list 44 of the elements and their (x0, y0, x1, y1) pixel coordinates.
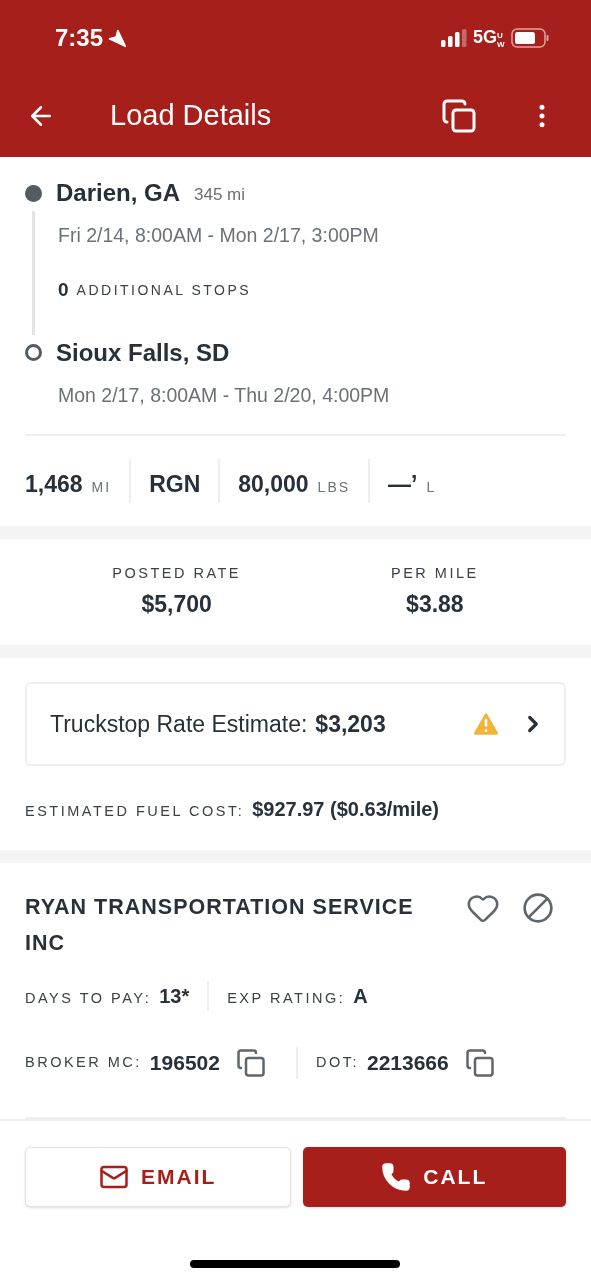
signal-icon (441, 28, 467, 47)
stop-time-window: Fri 2/14, 8:00AM - Mon 2/17, 3:00PM (58, 211, 566, 251)
stat-label: EXP RATING: (227, 988, 346, 1008)
spec-value: 1,468 (25, 470, 83, 499)
location-icon (107, 27, 128, 48)
network-suffix: UW (497, 31, 505, 49)
rate-value: $5,700 (141, 589, 212, 619)
stop-distance: 345 mi (194, 184, 246, 207)
stop-city: Sioux Falls, SD (56, 337, 230, 368)
rate-label: PER MILE (391, 563, 479, 583)
email-button[interactable]: EMAIL (25, 1146, 291, 1207)
fuel-label: ESTIMATED FUEL COST: (25, 801, 245, 821)
stat-value: 13* (159, 983, 190, 1009)
spec-value: —’ (388, 470, 418, 499)
page-title: Load Details (110, 98, 273, 134)
stat-value: A (353, 983, 368, 1009)
spec-unit: MI (91, 478, 112, 497)
spec-unit: L (426, 478, 437, 497)
rate-estimate-card[interactable]: Truckstop Rate Estimate: $3,203 (25, 681, 566, 766)
estimate-value: $3,203 (315, 709, 387, 739)
spec-value: RGN (149, 470, 201, 499)
stop-count: 0 (58, 278, 69, 303)
battery-icon (511, 27, 549, 48)
id-value: 2213666 (366, 1050, 449, 1077)
estimate-label: Truckstop Rate Estimate: (50, 709, 308, 739)
id-value: 196502 (149, 1050, 220, 1077)
copy-icon[interactable] (441, 98, 477, 134)
spec-value: 80,000 (238, 470, 309, 499)
stop-city: Darien, GA (56, 178, 181, 208)
stat-label: DAYS TO PAY: (25, 988, 152, 1008)
status-time: 7:35 (55, 22, 104, 53)
call-button[interactable]: CALL (302, 1146, 566, 1207)
company-name: RYAN TRANSPORTATION SERVICE INC (25, 893, 415, 957)
spec-unit: LBS (317, 478, 351, 497)
phone-icon (381, 1161, 412, 1192)
rate-value: $3.88 (406, 589, 464, 619)
id-label: BROKER MC: (25, 1053, 142, 1072)
rate-label: POSTED RATE (112, 563, 242, 583)
fuel-value: $927.97 ($0.63/mile) (252, 796, 439, 822)
block-button[interactable] (522, 891, 554, 924)
stop-time-window: Mon 2/17, 8:00AM - Thu 2/20, 4:00PM (58, 370, 566, 410)
network-label: 5G (473, 26, 497, 49)
stops-label: ADDITIONAL STOPS (76, 281, 252, 300)
id-label: DOT: (315, 1053, 359, 1072)
